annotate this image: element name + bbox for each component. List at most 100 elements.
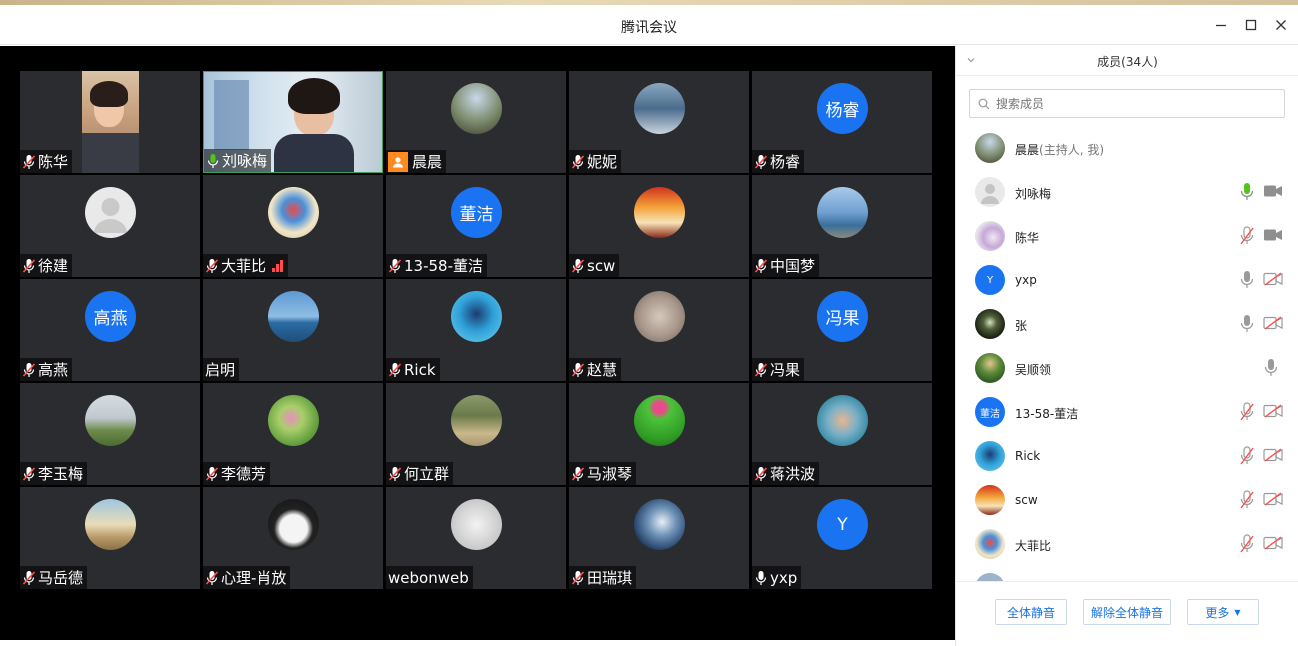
member-search-input[interactable]: [996, 96, 1276, 111]
video-tile[interactable]: 冯果 冯果: [752, 279, 932, 381]
video-tile[interactable]: 赵慧: [569, 279, 749, 381]
video-tile-speaking[interactable]: 刘咏梅: [203, 71, 383, 173]
member-name: scw: [1015, 493, 1038, 507]
member-row[interactable]: 董洁 13-58-董洁: [956, 390, 1298, 434]
member-row[interactable]: Rick: [956, 434, 1298, 478]
participant-name: 蒋洪波: [770, 465, 816, 483]
participant-name: webonweb: [388, 568, 469, 587]
participant-nametag: 妮妮: [569, 150, 622, 173]
mic-on-icon[interactable]: [1240, 314, 1254, 334]
video-grid: 陈华 刘咏梅 晨晨 妮妮 杨睿 杨睿 徐建 大菲比 董洁 13-58-董洁 sc…: [0, 46, 955, 640]
video-tile[interactable]: 李玉梅: [20, 383, 200, 485]
video-tile[interactable]: 徐建: [20, 175, 200, 277]
participant-nametag: 启明: [203, 358, 240, 381]
camera-on-icon[interactable]: [1263, 228, 1283, 242]
avatar: [451, 395, 502, 446]
camera-off-icon[interactable]: [1263, 536, 1283, 550]
member-row[interactable]: 张: [956, 302, 1298, 346]
member-row[interactable]: 大菲比: [956, 522, 1298, 566]
member-row[interactable]: 晨晨(主持人, 我): [956, 126, 1298, 170]
participant-nametag: webonweb: [386, 566, 473, 589]
mic-muted-icon[interactable]: [1240, 446, 1254, 466]
mute-all-button[interactable]: 全体静音: [995, 599, 1067, 625]
video-tile[interactable]: 马岳德: [20, 487, 200, 589]
video-tile[interactable]: 董洁 13-58-董洁: [386, 175, 566, 277]
member-name: 陈华: [1015, 231, 1040, 245]
camera-off-icon[interactable]: [1263, 448, 1283, 462]
video-tile[interactable]: 马淑琴: [569, 383, 749, 485]
avatar: [268, 291, 319, 342]
participant-name: 刘咏梅: [222, 152, 268, 170]
more-button[interactable]: 更多 ▼: [1187, 599, 1259, 625]
search-icon: [978, 98, 990, 109]
video-tile[interactable]: 中国梦: [752, 175, 932, 277]
mic-muted-icon: [388, 466, 402, 481]
mic-on-icon[interactable]: [1240, 270, 1254, 290]
avatar: 董洁: [451, 187, 502, 238]
avatar: [634, 291, 685, 342]
video-tile[interactable]: 杨睿 杨睿: [752, 71, 932, 173]
maximize-button[interactable]: [1239, 15, 1263, 35]
avatar: [451, 499, 502, 550]
video-tile[interactable]: 蒋洪波: [752, 383, 932, 485]
member-list[interactable]: 晨晨(主持人, 我) 刘咏梅 陈华 Y yxp 张 吴顺领 董洁 13-58-董…: [956, 126, 1298, 581]
member-row[interactable]: 刘咏梅: [956, 170, 1298, 214]
camera-off-icon[interactable]: [1263, 404, 1283, 418]
camera-off-icon[interactable]: [1263, 316, 1283, 330]
member-row[interactable]: 吴顺领: [956, 346, 1298, 390]
video-tile[interactable]: 陈华: [20, 71, 200, 173]
member-search-box[interactable]: [969, 89, 1285, 118]
mic-muted-icon[interactable]: [1240, 490, 1254, 510]
member-avatar: [975, 441, 1005, 471]
participant-name: 徐建: [38, 257, 69, 275]
participant-name: 高燕: [38, 361, 69, 379]
mic-muted-icon: [754, 258, 768, 273]
mic-on-icon: [207, 153, 219, 168]
member-row[interactable]: 陈华: [956, 214, 1298, 258]
mic-muted-icon[interactable]: [1240, 226, 1254, 246]
member-avatar: [975, 573, 1005, 581]
video-tile[interactable]: 启明: [203, 279, 383, 381]
mic-muted-icon[interactable]: [1240, 402, 1254, 422]
camera-off-icon[interactable]: [1263, 272, 1283, 286]
video-tile[interactable]: 大菲比: [203, 175, 383, 277]
mic-speaking-icon[interactable]: [1240, 182, 1254, 202]
video-tile[interactable]: 田瑞琪: [569, 487, 749, 589]
video-tile[interactable]: 心理-肖放: [203, 487, 383, 589]
camera-off-icon[interactable]: [1263, 492, 1283, 506]
video-tile[interactable]: 李德芳: [203, 383, 383, 485]
network-signal-icon: [272, 259, 284, 272]
host-user-icon: [388, 151, 408, 172]
minimize-button[interactable]: [1209, 15, 1233, 35]
video-tile[interactable]: 高燕 高燕: [20, 279, 200, 381]
unmute-all-button[interactable]: 解除全体静音: [1083, 599, 1171, 625]
participant-nametag: 13-58-董洁: [386, 254, 487, 277]
participant-nametag: scw: [569, 254, 620, 277]
participant-name: 中国梦: [770, 257, 816, 275]
member-avatar: [975, 529, 1005, 559]
member-row[interactable]: Y yxp: [956, 258, 1298, 302]
video-tile[interactable]: webonweb: [386, 487, 566, 589]
participant-name: 杨睿: [770, 153, 801, 171]
video-tile[interactable]: 妮妮: [569, 71, 749, 173]
video-tile[interactable]: Y yxp: [752, 487, 932, 589]
close-button[interactable]: [1269, 15, 1293, 35]
mic-muted-icon: [22, 570, 36, 585]
video-tile[interactable]: Rick: [386, 279, 566, 381]
maximize-icon: [1245, 19, 1257, 31]
participant-nametag: 蒋洪波: [752, 462, 820, 485]
mic-muted-icon[interactable]: [1240, 534, 1254, 554]
member-name: Rick: [1015, 449, 1041, 463]
video-tile[interactable]: 何立群: [386, 383, 566, 485]
participant-name: 心理-肖放: [221, 569, 287, 587]
participant-name: 赵慧: [587, 361, 618, 379]
members-panel-footer: 全体静音 解除全体静音 更多 ▼: [956, 581, 1298, 646]
member-row[interactable]: scw: [956, 478, 1298, 522]
window-title: 腾讯会议: [621, 20, 677, 36]
camera-on-icon[interactable]: [1263, 184, 1283, 198]
video-tile[interactable]: scw: [569, 175, 749, 277]
member-row-partial[interactable]: [956, 566, 1298, 581]
video-tile[interactable]: 晨晨: [386, 71, 566, 173]
mic-on-icon[interactable]: [1264, 358, 1278, 378]
participant-name: 田瑞琪: [587, 569, 633, 587]
